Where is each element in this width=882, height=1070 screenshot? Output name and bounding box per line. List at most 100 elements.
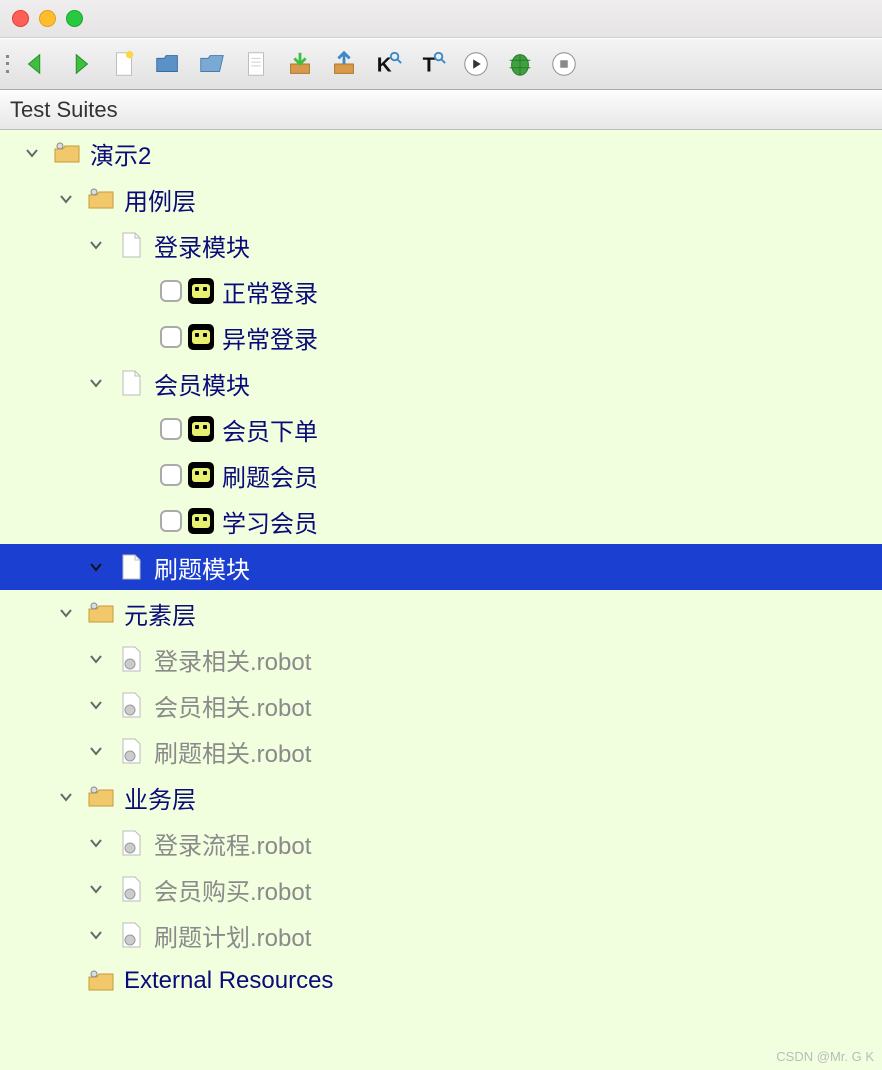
folder-icon: [86, 966, 116, 996]
svg-text:T: T: [423, 54, 436, 77]
svg-text:K: K: [377, 54, 392, 77]
tree-item-label: External Resources: [124, 967, 333, 995]
back-button[interactable]: [14, 44, 58, 84]
resource-file-icon: [116, 828, 146, 858]
watermark: CSDN @Mr. G K: [776, 1049, 874, 1064]
save-as-button[interactable]: [322, 44, 366, 84]
tree-test-item[interactable]: 会员下单: [0, 406, 882, 452]
resource-file-icon: [116, 874, 146, 904]
robot-icon: [188, 324, 214, 350]
tree-test-item[interactable]: 异常登录: [0, 314, 882, 360]
tree-item-label: 正常登录: [222, 274, 318, 309]
open-button[interactable]: [146, 44, 190, 84]
chevron-down-icon[interactable]: [20, 141, 44, 165]
tree-item-label: 会员下单: [222, 412, 318, 447]
checkbox[interactable]: [160, 418, 182, 440]
file-icon: [116, 552, 146, 582]
chevron-down-icon[interactable]: [84, 371, 108, 395]
tree-suite-item[interactable]: 登录模块: [0, 222, 882, 268]
tree-item-label: 元素层: [124, 596, 196, 631]
tree-root-item[interactable]: 演示2: [0, 130, 882, 176]
tree-resource-item[interactable]: 刷题相关.robot: [0, 728, 882, 774]
tree-item-label: 刷题相关.robot: [154, 734, 311, 769]
debug-button[interactable]: [498, 44, 542, 84]
keyword-search-button[interactable]: K: [366, 44, 410, 84]
chevron-down-icon[interactable]: [54, 601, 78, 625]
new-file-button[interactable]: [102, 44, 146, 84]
chevron-down-icon[interactable]: [84, 647, 108, 671]
run-button[interactable]: [454, 44, 498, 84]
chevron-down-icon[interactable]: [84, 233, 108, 257]
tree-resource-item[interactable]: 会员相关.robot: [0, 682, 882, 728]
chevron-down-icon[interactable]: [84, 877, 108, 901]
chevron-down-icon[interactable]: [84, 923, 108, 947]
tree-suite-item[interactable]: 会员模块: [0, 360, 882, 406]
tree-item-label: 会员购买.robot: [154, 872, 311, 907]
robot-icon: [188, 508, 214, 534]
tree-resource-item[interactable]: 刷题计划.robot: [0, 912, 882, 958]
minimize-window-icon[interactable]: [39, 10, 56, 27]
resource-file-icon: [116, 920, 146, 950]
panel-title-label: Test Suites: [10, 97, 118, 123]
test-suites-tree: 演示2 用例层 登录模块 正常登录 异常登录 会员模块 会员下单 刷题会员: [0, 130, 882, 1070]
tree-item-label: 登录流程.robot: [154, 826, 311, 861]
folder-icon: [86, 782, 116, 812]
open-folder-button[interactable]: [190, 44, 234, 84]
chevron-down-icon[interactable]: [54, 187, 78, 211]
tree-item-label: 登录相关.robot: [154, 642, 311, 677]
maximize-window-icon[interactable]: [66, 10, 83, 27]
chevron-down-icon[interactable]: [84, 693, 108, 717]
file-icon: [116, 368, 146, 398]
text-search-button[interactable]: T: [410, 44, 454, 84]
tree-layer-item[interactable]: 用例层: [0, 176, 882, 222]
stop-button[interactable]: [542, 44, 586, 84]
close-window-icon[interactable]: [12, 10, 29, 27]
checkbox[interactable]: [160, 280, 182, 302]
tree-item-label: 学习会员: [222, 504, 318, 539]
tree-test-item[interactable]: 正常登录: [0, 268, 882, 314]
robot-icon: [188, 278, 214, 304]
tree-test-item[interactable]: 刷题会员: [0, 452, 882, 498]
tree-item-label: 会员相关.robot: [154, 688, 311, 723]
tree-item-label: 用例层: [124, 182, 196, 217]
checkbox[interactable]: [160, 510, 182, 532]
tree-item-label: 登录模块: [154, 228, 250, 263]
chevron-down-icon[interactable]: [54, 785, 78, 809]
tree-external-resources[interactable]: External Resources: [0, 958, 882, 1004]
chevron-down-icon[interactable]: [84, 831, 108, 855]
file-icon: [116, 230, 146, 260]
tree-item-label: 演示2: [90, 136, 151, 171]
tree-resource-item[interactable]: 登录流程.robot: [0, 820, 882, 866]
tree-resource-item[interactable]: 登录相关.robot: [0, 636, 882, 682]
folder-icon: [52, 138, 82, 168]
toolbar-grip: [4, 47, 14, 81]
resource-file-icon: [116, 736, 146, 766]
chevron-down-icon[interactable]: [84, 739, 108, 763]
tree-item-label: 刷题计划.robot: [154, 918, 311, 953]
tree-test-item[interactable]: 学习会员: [0, 498, 882, 544]
chevron-down-icon[interactable]: [84, 555, 108, 579]
checkbox[interactable]: [160, 326, 182, 348]
panel-title: Test Suites: [0, 90, 882, 130]
tree-item-label: 刷题会员: [222, 458, 318, 493]
tree-layer-item[interactable]: 元素层: [0, 590, 882, 636]
window-titlebar: [0, 0, 882, 38]
tree-layer-item[interactable]: 业务层: [0, 774, 882, 820]
checkbox[interactable]: [160, 464, 182, 486]
paste-button[interactable]: [234, 44, 278, 84]
folder-icon: [86, 184, 116, 214]
forward-button[interactable]: [58, 44, 102, 84]
toolbar: K T: [0, 38, 882, 90]
tree-item-label: 会员模块: [154, 366, 250, 401]
tree-suite-item-selected[interactable]: 刷题模块: [0, 544, 882, 590]
save-button[interactable]: [278, 44, 322, 84]
robot-icon: [188, 462, 214, 488]
folder-icon: [86, 598, 116, 628]
tree-item-label: 异常登录: [222, 320, 318, 355]
resource-file-icon: [116, 690, 146, 720]
tree-item-label: 刷题模块: [154, 550, 250, 585]
tree-item-label: 业务层: [124, 780, 196, 815]
resource-file-icon: [116, 644, 146, 674]
tree-resource-item[interactable]: 会员购买.robot: [0, 866, 882, 912]
robot-icon: [188, 416, 214, 442]
